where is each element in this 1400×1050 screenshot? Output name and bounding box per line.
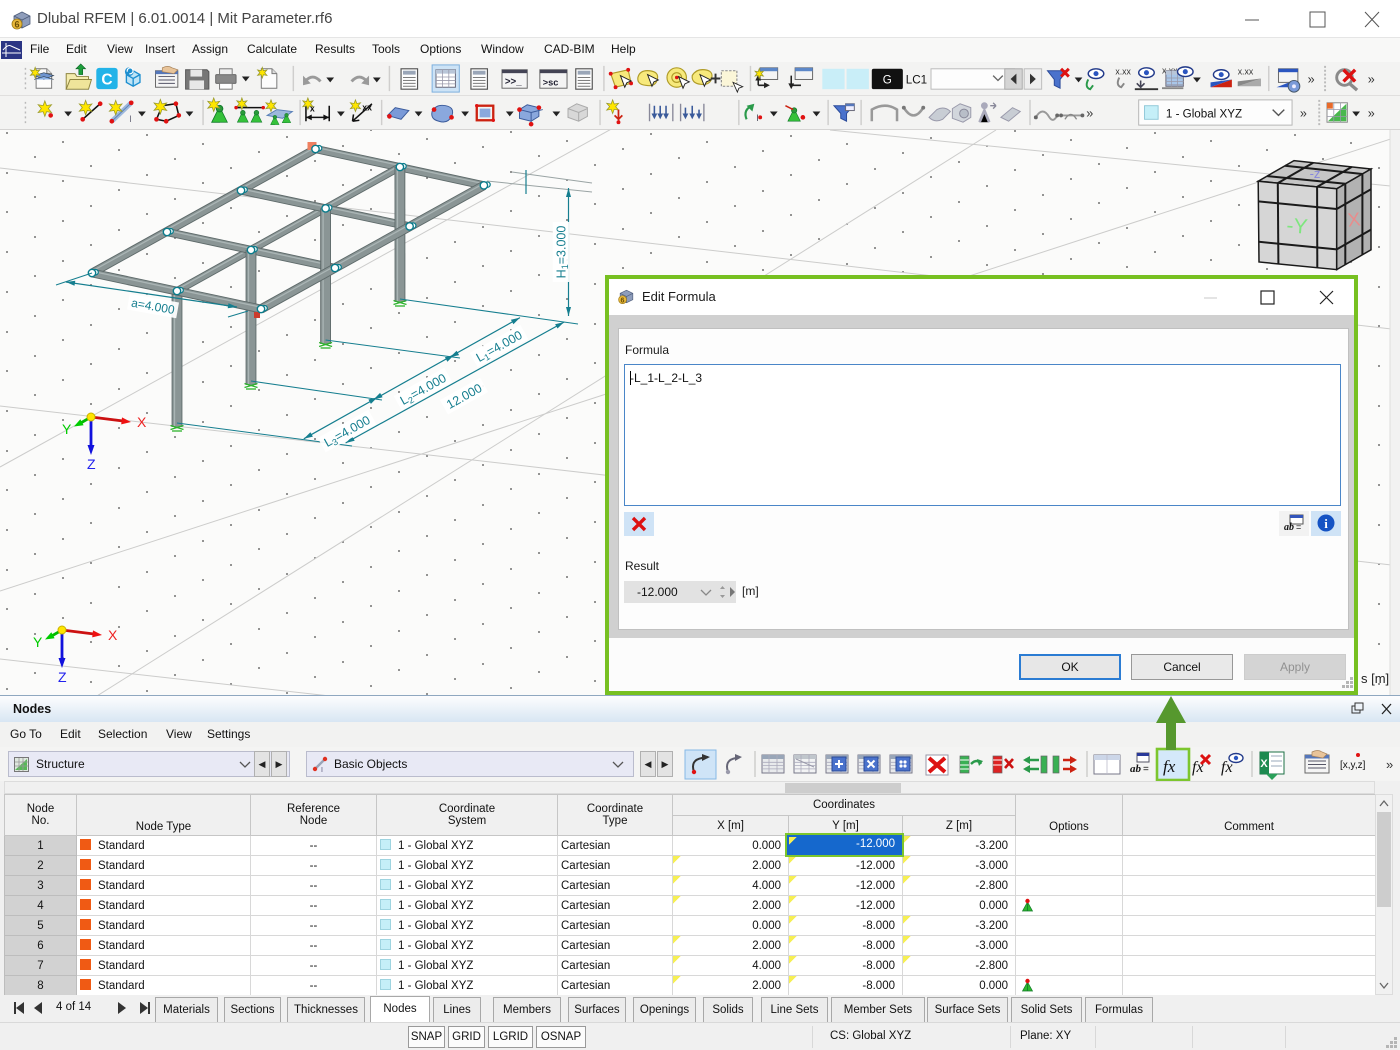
svg-text:X: X: [137, 414, 147, 430]
svg-text:=: =: [1143, 764, 1149, 775]
svg-text:C: C: [101, 71, 112, 88]
svg-text:LC1: LC1: [906, 73, 927, 86]
svg-text:»: »: [1386, 757, 1393, 772]
svg-text:x.xx: x.xx: [1238, 67, 1254, 77]
svg-text:xx: xx: [362, 103, 372, 113]
svg-text:i: i: [1324, 516, 1328, 531]
svg-text:Z: Z: [58, 669, 67, 685]
svg-text:»: »: [1368, 72, 1375, 86]
svg-text:x.xx: x.xx: [1115, 67, 1131, 77]
svg-text:6: 6: [621, 296, 625, 304]
svg-text:I: I: [756, 113, 758, 123]
svg-text:»: »: [1308, 72, 1315, 86]
svg-text:ab: ab: [1284, 522, 1294, 533]
svg-text:I: I: [321, 767, 323, 773]
svg-text:>>_: >>_: [505, 76, 522, 87]
svg-text:1 - Global XYZ: 1 - Global XYZ: [1166, 107, 1242, 120]
svg-text:-Y: -Y: [1286, 214, 1309, 239]
svg-text:>sc: >sc: [543, 77, 559, 87]
svg-text:X: X: [1347, 209, 1362, 231]
svg-text:=: =: [1296, 522, 1301, 532]
svg-text:X: X: [1260, 758, 1268, 770]
svg-text:6: 6: [14, 20, 19, 30]
svg-text:fx: fx: [1163, 757, 1176, 776]
svg-text:I: I: [129, 114, 131, 124]
svg-text:Y: Y: [33, 634, 43, 650]
svg-text:Z: Z: [87, 456, 96, 472]
svg-text:-z: -z: [1310, 166, 1321, 181]
svg-text:»: »: [1368, 106, 1375, 120]
svg-text:»: »: [1086, 106, 1093, 120]
svg-text:X: X: [108, 627, 118, 643]
svg-text:»: »: [1300, 106, 1307, 120]
svg-text:G: G: [883, 73, 892, 86]
svg-text:Y: Y: [62, 421, 72, 437]
svg-text:H1=3.000: H1=3.000: [555, 226, 571, 279]
svg-text:[x,y,z]: [x,y,z]: [1340, 760, 1366, 771]
svg-text:ab: ab: [1130, 763, 1142, 775]
